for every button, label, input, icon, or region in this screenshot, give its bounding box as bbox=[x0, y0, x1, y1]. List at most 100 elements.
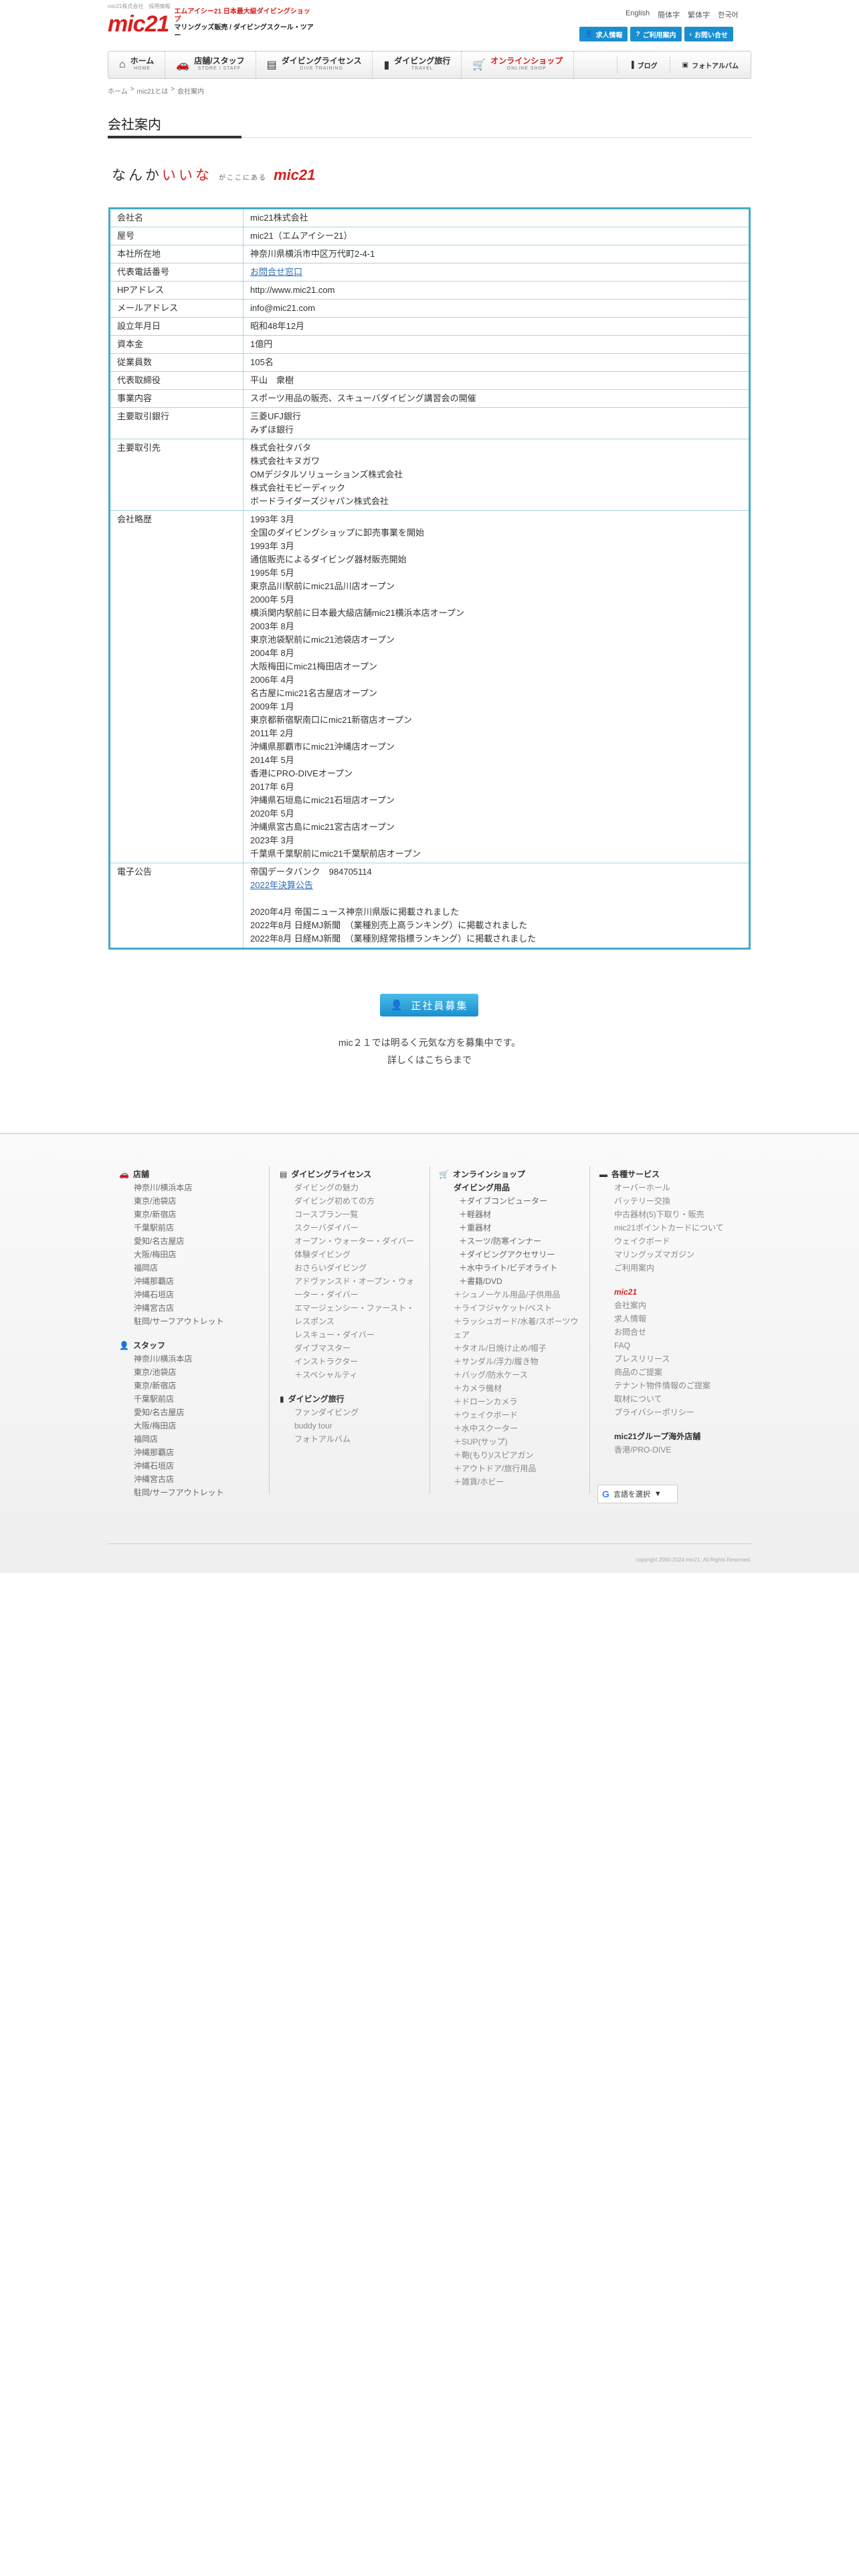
nav-home[interactable]: ⌂ ホーム HOME bbox=[108, 51, 166, 78]
guide-button[interactable]: ? ご利用案内 bbox=[630, 27, 682, 41]
footer-link[interactable]: ＋雑貨/ホビー bbox=[439, 1475, 586, 1489]
footer-link[interactable]: 千葉駅前店 bbox=[119, 1392, 260, 1406]
footer-link[interactable]: 香港/PRO-DIVE bbox=[599, 1443, 747, 1457]
footer-link[interactable]: 沖縄石垣店 bbox=[119, 1459, 260, 1473]
row-label: HPアドレス bbox=[109, 281, 244, 300]
footer-link[interactable]: マリングッズマガジン bbox=[599, 1248, 747, 1261]
footer-link[interactable]: ＋ドローンカメラ bbox=[439, 1395, 586, 1408]
footer-link[interactable]: 会社案内 bbox=[599, 1299, 747, 1312]
footer-link[interactable]: ダイビングの魅力 bbox=[280, 1181, 420, 1194]
footer-link[interactable]: バッテリー交換 bbox=[599, 1194, 747, 1208]
footer-link[interactable]: おさらいダイビング bbox=[280, 1261, 420, 1275]
logo[interactable]: mic21 エムアイシー21 日本最大級ダイビングショップ マリングッズ販売 /… bbox=[108, 8, 315, 39]
footer-link[interactable]: 愛知/名古屋店 bbox=[119, 1235, 260, 1248]
nav-travel[interactable]: ▮ ダイビング旅行 TRAVEL bbox=[373, 51, 462, 78]
footer-link[interactable]: お問合せ bbox=[599, 1325, 747, 1339]
nav-online-shop[interactable]: 🛒 オンラインショップ ONLINE SHOP bbox=[462, 51, 575, 78]
lang-traditional[interactable]: 繁体字 bbox=[688, 9, 710, 20]
footer-link[interactable]: ＋軽器材 bbox=[439, 1208, 586, 1221]
footer-link[interactable]: 千葉駅前店 bbox=[119, 1221, 260, 1235]
contact-button[interactable]: ‹ お問い合せ bbox=[684, 27, 733, 41]
footer-link[interactable]: レスキュー・ダイバー bbox=[280, 1328, 420, 1341]
footer-link[interactable]: ＋カメラ機材 bbox=[439, 1382, 586, 1395]
lang-korean[interactable]: 한국어 bbox=[718, 9, 738, 20]
footer-link[interactable]: 沖縄宮古店 bbox=[119, 1473, 260, 1486]
footer-link[interactable]: ＋ウェイクボード bbox=[439, 1408, 586, 1422]
footer-link[interactable]: ＋タオル/日焼け止め/帽子 bbox=[439, 1341, 586, 1355]
value-link[interactable]: お問合せ窓口 bbox=[250, 265, 742, 279]
footer-link[interactable]: ウェイクボード bbox=[599, 1235, 747, 1248]
footer-link[interactable]: 沖縄那覇店 bbox=[119, 1275, 260, 1288]
table-row: 本社所在地 神奈川県横浜市中区万代町2-4-1 bbox=[109, 245, 750, 263]
footer-link[interactable]: オーバーホール bbox=[599, 1181, 747, 1194]
footer-link[interactable]: プレスリリース bbox=[599, 1352, 747, 1366]
footer-link[interactable]: 沖縄那覇店 bbox=[119, 1446, 260, 1459]
footer-link[interactable]: ＋水中ライト/ビデオライト bbox=[439, 1261, 586, 1275]
translate-select[interactable]: G 言語を選択 ▼ bbox=[597, 1485, 678, 1503]
footer-link[interactable]: 駐岡/サーフアウトレット bbox=[119, 1315, 260, 1328]
value-link[interactable]: 2022年決算公告 bbox=[250, 879, 742, 892]
footer-link[interactable]: 大阪/梅田店 bbox=[119, 1248, 260, 1261]
footer-link[interactable]: プライバシーポリシー bbox=[599, 1406, 747, 1419]
footer-link[interactable]: 東京/池袋店 bbox=[119, 1366, 260, 1379]
footer-link[interactable]: 東京/新宿店 bbox=[119, 1208, 260, 1221]
footer-link[interactable]: アドヴァンスド・オープン・ウォーター・ダイバー bbox=[280, 1275, 420, 1301]
footer-link[interactable]: ご利用案内 bbox=[599, 1261, 747, 1275]
footer-link[interactable]: エマージェンシー・ファースト・レスポンス bbox=[280, 1301, 420, 1328]
footer-link[interactable]: 神奈川/横浜本店 bbox=[119, 1181, 260, 1194]
footer-link[interactable]: ＋スペシャルティ bbox=[280, 1368, 420, 1382]
footer-link[interactable]: ＋ダイビングアクセサリー bbox=[439, 1248, 586, 1261]
footer-link[interactable]: 大阪/梅田店 bbox=[119, 1419, 260, 1432]
footer-link[interactable]: 神奈川/横浜本店 bbox=[119, 1352, 260, 1366]
breadcrumb-home[interactable]: ホーム bbox=[108, 86, 128, 96]
footer-link[interactable]: 福岡店 bbox=[119, 1432, 260, 1446]
footer-link[interactable]: 沖縄宮古店 bbox=[119, 1301, 260, 1315]
nav-dive-training[interactable]: ▤ ダイビングライセンス DIVE TRAINING bbox=[256, 51, 373, 78]
nav-blog[interactable]: ▐ ブログ bbox=[616, 57, 670, 73]
footer-link[interactable]: ＋スーツ/防寒インナー bbox=[439, 1235, 586, 1248]
person-icon: 👤 bbox=[119, 1341, 129, 1350]
footer-link[interactable]: mic21ポイントカードについて bbox=[599, 1221, 747, 1235]
footer-link[interactable]: 求人情報 bbox=[599, 1312, 747, 1325]
footer-link[interactable]: 福岡店 bbox=[119, 1261, 260, 1275]
footer-link[interactable]: インストラクター bbox=[280, 1355, 420, 1368]
breadcrumb-about[interactable]: mic21とは bbox=[137, 86, 169, 96]
footer-link[interactable]: 沖縄石垣店 bbox=[119, 1288, 260, 1301]
footer-link[interactable]: ＋重器材 bbox=[439, 1221, 586, 1235]
footer-link[interactable]: ＋ラッシュガード/水着/スポーツウェア bbox=[439, 1315, 586, 1341]
footer-link[interactable]: ダイブマスター bbox=[280, 1341, 420, 1355]
footer-link[interactable]: ＋ライフジャケット/ベスト bbox=[439, 1301, 586, 1315]
lang-english[interactable]: English bbox=[626, 9, 650, 20]
nav-photo-album[interactable]: ▣ フォトアルバム bbox=[669, 57, 751, 73]
footer-link[interactable]: ＋SUP(サップ) bbox=[439, 1435, 586, 1448]
footer-link[interactable]: ＋ダイブコンピューター bbox=[439, 1194, 586, 1208]
footer-link[interactable]: ＋シュノーケル用品/子供用品 bbox=[439, 1288, 586, 1301]
recruit-button[interactable]: 👤 求人情報 bbox=[579, 27, 628, 41]
footer-link[interactable]: ＋バッグ/防水ケース bbox=[439, 1368, 586, 1382]
lang-simplified[interactable]: 簡体字 bbox=[658, 9, 680, 20]
footer-link[interactable]: 体験ダイビング bbox=[280, 1248, 420, 1261]
footer-link[interactable]: ＋水中スクーター bbox=[439, 1422, 586, 1435]
footer-link[interactable]: ＋書籍/DVD bbox=[439, 1275, 586, 1288]
footer-link[interactable]: コースプラン一覧 bbox=[280, 1208, 420, 1221]
footer-link[interactable]: 取材について bbox=[599, 1392, 747, 1406]
footer-link[interactable]: FAQ bbox=[599, 1339, 747, 1352]
footer-link[interactable]: ＋アウトドア/旅行用品 bbox=[439, 1462, 586, 1475]
footer-link[interactable]: buddy tour bbox=[280, 1419, 420, 1432]
footer-link[interactable]: テナント物件情報のご提案 bbox=[599, 1379, 747, 1392]
footer-link[interactable]: 駐岡/サーフアウトレット bbox=[119, 1486, 260, 1499]
nav-store-staff[interactable]: 🚗 店舗/スタッフ STORE / STAFF bbox=[165, 51, 256, 78]
footer-link[interactable]: フォトアルバム bbox=[280, 1432, 420, 1446]
footer-link[interactable]: 中古器材(5)下取り・販売 bbox=[599, 1208, 747, 1221]
footer-link[interactable]: 愛知/名古屋店 bbox=[119, 1406, 260, 1419]
footer-link[interactable]: ＋鞄(もり)/スピアガン bbox=[439, 1448, 586, 1462]
footer-link[interactable]: ファンダイビング bbox=[280, 1406, 420, 1419]
recruit-fulltime-button[interactable]: 👤 正社員募集 bbox=[380, 994, 478, 1016]
footer-link[interactable]: ダイビング初めての方 bbox=[280, 1194, 420, 1208]
footer-link[interactable]: スクーバダイバー bbox=[280, 1221, 420, 1235]
footer-link[interactable]: 東京/池袋店 bbox=[119, 1194, 260, 1208]
footer-link[interactable]: オープン・ウォーター・ダイバー bbox=[280, 1235, 420, 1248]
footer-link[interactable]: 東京/新宿店 bbox=[119, 1379, 260, 1392]
footer-link[interactable]: 商品のご提案 bbox=[599, 1366, 747, 1379]
footer-link[interactable]: ＋サンダル/浮力/履き物 bbox=[439, 1355, 586, 1368]
